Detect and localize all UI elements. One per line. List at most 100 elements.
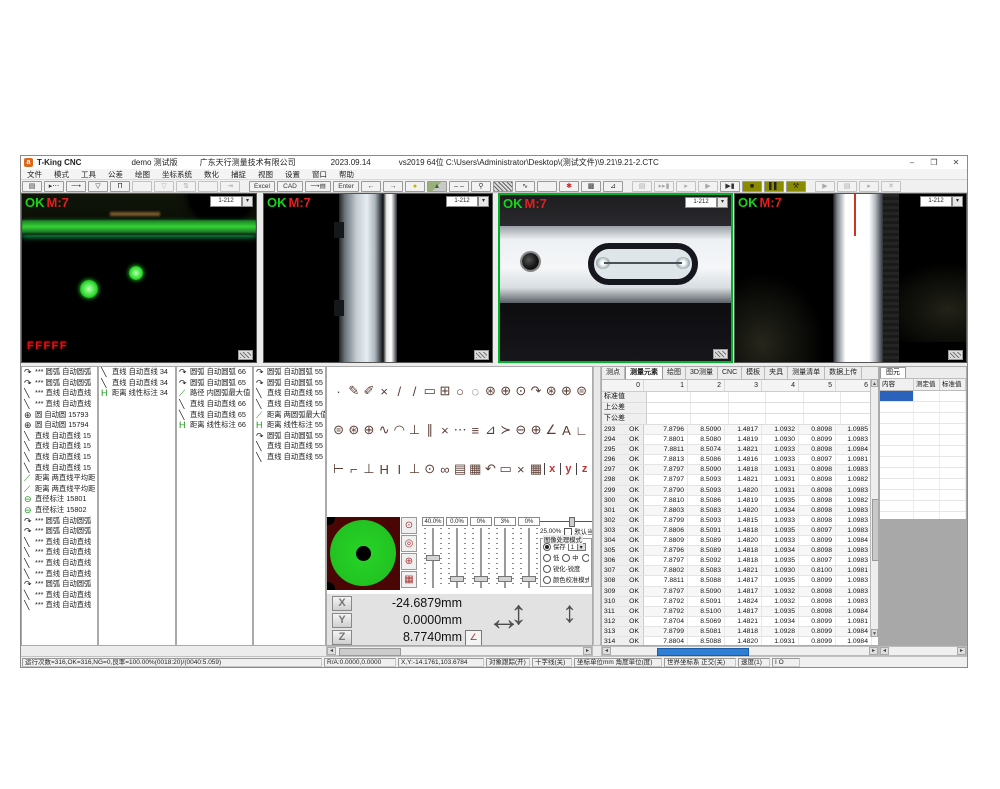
list-item[interactable]: ╲直线 自动直线 55 <box>254 452 325 463</box>
chart-button[interactable]: ⊿ <box>603 181 623 192</box>
tool-icon[interactable]: ◠ <box>392 422 407 438</box>
tool-icon[interactable]: ⊕ <box>498 383 513 399</box>
tool-icon[interactable]: ▭ <box>498 461 513 477</box>
tool-icon[interactable]: ⊢ <box>331 461 346 477</box>
list-item[interactable]: ╲*** 直线 自动直线 <box>22 537 97 548</box>
arrow-right-button[interactable]: → <box>383 181 403 192</box>
minimize-button[interactable]: – <box>901 157 923 168</box>
info-row[interactable] <box>880 490 966 501</box>
table-row[interactable]: 312OK7.87048.50691.48211.09340.80991.098… <box>602 617 878 627</box>
table-row[interactable]: 306OK7.87978.50921.48181.09350.80971.098… <box>602 556 878 566</box>
tool-icon[interactable]: ⊜ <box>331 422 346 438</box>
menu-item[interactable]: 设置 <box>279 169 306 180</box>
tool-icon[interactable]: ⊿ <box>483 422 498 438</box>
x-axis-button[interactable]: X <box>332 596 352 611</box>
tab-CNC[interactable]: CNC <box>718 367 742 379</box>
list-item[interactable]: ╲直线 自动直线 15 <box>22 462 97 473</box>
scrollbar-thumb[interactable] <box>339 648 401 656</box>
list-item[interactable]: H距离 线性标注 66 <box>177 420 252 431</box>
menu-item[interactable]: 模式 <box>48 169 75 180</box>
tools-scrollbar[interactable] <box>593 366 601 646</box>
chevron-down-icon[interactable]: ▾ <box>717 197 728 208</box>
tab-3D测量[interactable]: 3D测量 <box>686 367 718 379</box>
menu-item[interactable]: 公差 <box>102 169 129 180</box>
camera-view-2[interactable]: OKM:7 1-212 ▾ <box>263 193 493 363</box>
list-item[interactable]: ⟋距离 两直线平均距 <box>22 473 97 484</box>
tool-icon[interactable]: × <box>437 423 452 438</box>
tool-icon[interactable]: ⌐ <box>346 462 361 477</box>
tool-icon[interactable]: ↶ <box>483 461 498 477</box>
scrollbar-thumb[interactable] <box>872 499 879 561</box>
list-item[interactable]: ╲直线 自动直线 34 <box>99 378 175 389</box>
menu-item[interactable]: 窗口 <box>306 169 333 180</box>
camera-view-3-selected[interactable]: OKM:7 1-212 ▾ <box>498 193 733 363</box>
light-slider[interactable]: 0% <box>518 517 541 591</box>
tools-hscrollbar[interactable]: ◂▸ <box>326 646 593 656</box>
list-item[interactable]: ╲直线 自动直线 55 <box>254 388 325 399</box>
tool-icon[interactable]: ⊕ <box>559 383 574 399</box>
tool-icon[interactable]: A <box>559 423 574 438</box>
tool-icon[interactable]: y <box>560 463 576 475</box>
tab-数据上传[interactable]: 数据上传 <box>825 367 862 379</box>
list-item[interactable]: ⟋距离 两圆弧最大值 <box>254 409 325 420</box>
tool-icon[interactable]: ⊥ <box>407 422 422 438</box>
chevron-down-icon[interactable]: ▾ <box>952 196 963 207</box>
scroll-left-icon[interactable]: ◂ <box>880 647 889 655</box>
tool-icon[interactable]: H <box>377 462 392 477</box>
list-item[interactable]: ↷圆弧 自动圆弧 55 <box>254 378 325 389</box>
tool-icon[interactable]: ⊙ <box>422 461 437 477</box>
light-button-1[interactable]: ⊙ <box>401 517 417 534</box>
list-item[interactable]: ╲直线 自动直线 66 <box>177 399 252 410</box>
radio-icon[interactable] <box>543 565 551 573</box>
tool-icon[interactable]: ∥ <box>422 422 437 438</box>
table-row[interactable]: 296OK7.88138.50861.48161.09330.80971.098… <box>602 455 878 465</box>
resize-grip-icon[interactable] <box>238 350 253 360</box>
slider-thumb[interactable] <box>498 576 512 582</box>
report-button[interactable]: ⟶▤ <box>305 181 331 192</box>
enter-button[interactable]: Enter <box>333 181 359 192</box>
info-row[interactable] <box>880 413 966 424</box>
cad-button[interactable]: CAD <box>277 181 303 192</box>
scroll-left-icon[interactable]: ◂ <box>602 647 611 655</box>
stage-move-button[interactable]: ⟶ <box>66 181 86 192</box>
tab-测点[interactable]: 测点 <box>602 367 625 379</box>
list-item[interactable]: ⊖直径标注 15801 <box>22 494 97 505</box>
light-button-4[interactable]: ▦ <box>401 571 417 588</box>
chevron-down-icon[interactable]: ▾ <box>242 196 253 207</box>
camera-range-select[interactable]: 1-212 <box>446 196 478 207</box>
list-item[interactable]: ⟋路径 内圆弧最大值 <box>177 388 252 399</box>
tab-测量元素[interactable]: 测量元素 <box>625 366 663 379</box>
tool-icon[interactable]: ⊕ <box>528 422 543 438</box>
list-item[interactable]: ╲*** 直线 自动直线 <box>22 589 97 600</box>
image-button[interactable]: ▲ <box>427 181 447 192</box>
table-row[interactable]: 308OK7.88118.50881.48171.09350.80991.098… <box>602 576 878 586</box>
scroll-right-icon[interactable]: ▸ <box>583 647 592 655</box>
camera-range-select[interactable]: 1-212 <box>685 197 717 208</box>
table-row[interactable]: 298OK7.87978.50931.48211.09310.80981.098… <box>602 475 878 485</box>
list-item[interactable]: ↷*** 圆弧 自动圆弧 <box>22 526 97 537</box>
blank-white-button[interactable] <box>537 181 557 192</box>
list-item[interactable]: ╲直线 自动直线 15 <box>22 431 97 442</box>
table-row[interactable]: 293OK7.87968.50901.48171.09320.80981.098… <box>602 425 878 435</box>
camera-range-select[interactable]: 1-212 <box>210 196 242 207</box>
tool-icon[interactable]: × <box>377 384 392 399</box>
light-slider[interactable]: 3% <box>494 517 517 591</box>
info-row[interactable] <box>880 479 966 490</box>
ring-light-indicator[interactable] <box>327 517 400 590</box>
menu-item[interactable]: 绘图 <box>129 169 156 180</box>
arrow-left-button[interactable]: ← <box>361 181 381 192</box>
probe-button[interactable]: ▽ <box>88 181 108 192</box>
table-row[interactable]: 307OK7.88028.50831.48211.09300.81001.098… <box>602 566 878 576</box>
list-item[interactable]: ↷*** 圆弧 自动圆弧 <box>22 367 97 378</box>
lamp-button[interactable]: ● <box>405 181 425 192</box>
tool-icon[interactable]: ⊛ <box>544 383 559 399</box>
camera-view-4[interactable]: OKM:7 1-212 ▾ <box>734 193 967 363</box>
list-item[interactable]: ╲*** 直线 自动直线 <box>22 547 97 558</box>
tool-icon[interactable]: ≻ <box>498 422 513 438</box>
list-item[interactable]: ╲直线 自动直线 55 <box>254 399 325 410</box>
camera-range-select[interactable]: 1-212 <box>920 196 952 207</box>
radio-icon[interactable] <box>582 554 589 562</box>
list-item[interactable]: ⟋距离 两直线平均距 <box>22 484 97 495</box>
light-button-2[interactable]: ◎ <box>401 535 417 552</box>
tool-icon[interactable]: x <box>544 463 560 475</box>
